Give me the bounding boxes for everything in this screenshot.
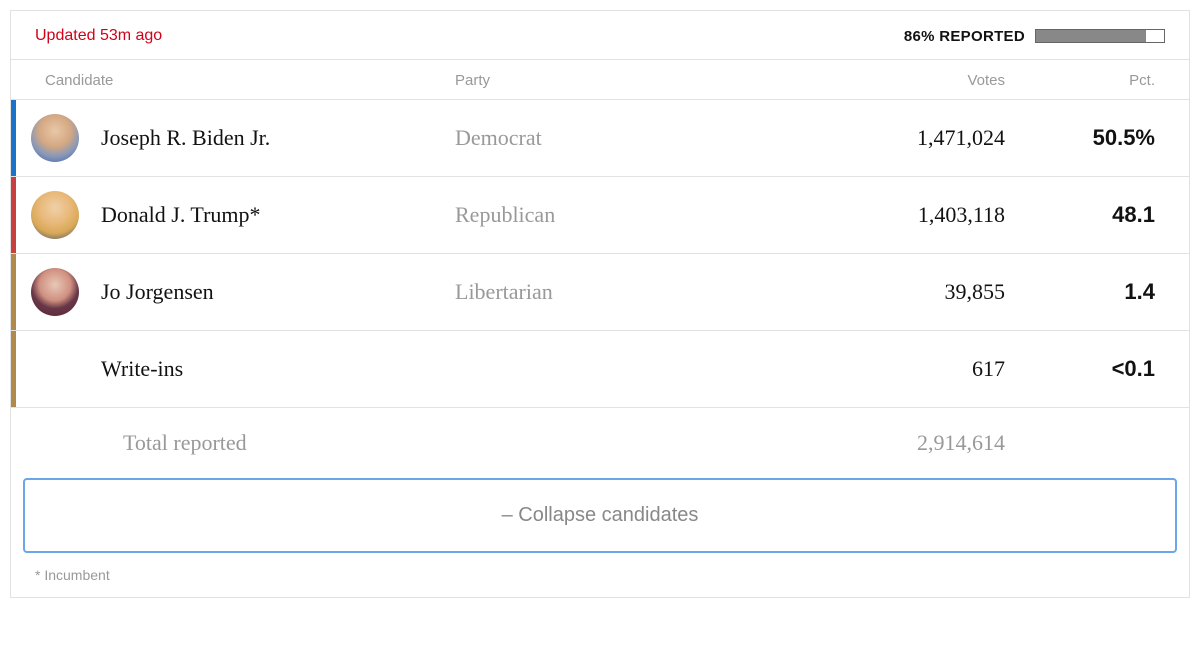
progress-bar	[1035, 29, 1165, 43]
col-header-pct: Pct.	[1045, 72, 1165, 89]
party-cell: Republican	[455, 202, 735, 228]
candidate-cell: Jo Jorgensen	[11, 268, 455, 316]
candidate-avatar	[31, 268, 79, 316]
votes-cell: 1,403,118	[735, 202, 1045, 228]
candidate-row: Jo Jorgensen Libertarian39,8551.4	[11, 254, 1189, 331]
candidate-name: Donald J. Trump*	[101, 202, 261, 228]
results-container: Updated 53m ago 86% REPORTED Candidate P…	[10, 10, 1190, 598]
pct-cell: 1.4	[1045, 279, 1165, 305]
party-cell: Libertarian	[455, 279, 735, 305]
total-row: Total reported 2,914,614	[11, 408, 1189, 478]
incumbent-footnote: * Incumbent	[11, 553, 1189, 597]
votes-cell: 617	[735, 356, 1045, 382]
candidate-cell: Write-ins	[11, 345, 455, 393]
candidate-cell: Joseph R. Biden Jr.	[11, 114, 455, 162]
candidate-avatar	[31, 114, 79, 162]
col-header-party: Party	[455, 72, 735, 89]
total-label: Total reported	[11, 430, 735, 456]
table-header: Candidate Party Votes Pct.	[11, 60, 1189, 100]
candidate-name: Joseph R. Biden Jr.	[101, 125, 270, 151]
pct-cell: 48.1	[1045, 202, 1165, 228]
votes-cell: 39,855	[735, 279, 1045, 305]
candidate-avatar	[31, 191, 79, 239]
reported-block: 86% REPORTED	[904, 28, 1165, 45]
total-votes: 2,914,614	[735, 430, 1045, 456]
candidate-rows: Joseph R. Biden Jr. Democrat1,471,02450.5…	[11, 100, 1189, 408]
collapse-button[interactable]: – Collapse candidates	[23, 478, 1177, 553]
pct-cell: 50.5%	[1045, 125, 1165, 151]
candidate-avatar	[31, 345, 79, 393]
progress-fill	[1036, 30, 1146, 42]
party-color-bar	[11, 177, 16, 253]
party-color-bar	[11, 100, 16, 176]
header-row: Updated 53m ago 86% REPORTED	[11, 11, 1189, 60]
party-cell: Democrat	[455, 125, 735, 151]
candidate-name: Write-ins	[101, 356, 183, 382]
candidate-row: Donald J. Trump* Republican1,403,11848.1	[11, 177, 1189, 254]
party-color-bar	[11, 254, 16, 330]
candidate-name: Jo Jorgensen	[101, 279, 214, 305]
party-color-bar	[11, 331, 16, 407]
pct-cell: <0.1	[1045, 356, 1165, 382]
col-header-votes: Votes	[735, 72, 1045, 89]
reported-label: 86% REPORTED	[904, 28, 1025, 45]
votes-cell: 1,471,024	[735, 125, 1045, 151]
updated-timestamp: Updated 53m ago	[35, 27, 162, 45]
col-header-candidate: Candidate	[35, 72, 455, 89]
candidate-row: Write-ins 617<0.1	[11, 331, 1189, 408]
candidate-row: Joseph R. Biden Jr. Democrat1,471,02450.5…	[11, 100, 1189, 177]
candidate-cell: Donald J. Trump*	[11, 191, 455, 239]
